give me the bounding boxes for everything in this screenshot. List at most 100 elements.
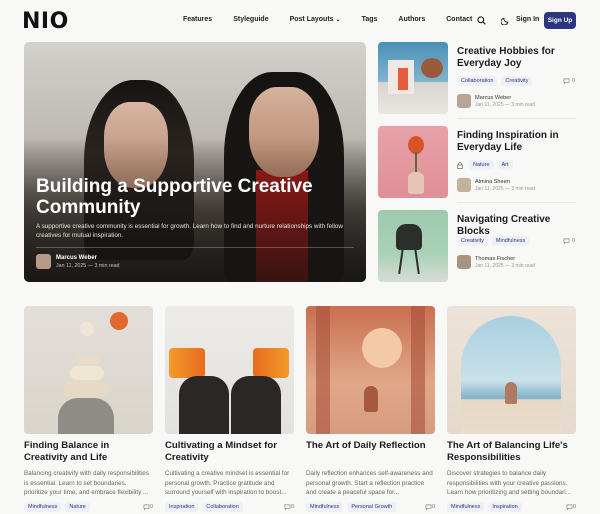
nav-authors[interactable]: Authors [398,16,425,23]
comment-count[interactable]: 0 [563,78,575,84]
hero-author: Marcus Weber Jan 11, 2025 — 3 min read [36,254,120,269]
post-meta: Jan 11, 2025 — 3 min read [475,185,535,192]
sun-shape [362,328,402,368]
tag[interactable]: Art [497,160,513,170]
author-name[interactable]: Marcus Weber [475,95,535,101]
divider [457,118,576,119]
tag[interactable]: Personal Growth [347,502,397,512]
headset-shape [169,348,205,378]
post-thumbnail[interactable] [378,126,448,198]
tag[interactable]: Mindfulness [24,502,62,512]
flower-shape [80,322,94,336]
avatar[interactable] [457,94,471,108]
tag[interactable]: Nature [469,160,494,170]
tag[interactable]: Inspiration [488,502,522,512]
tag-list: Nature Art [457,160,517,170]
side-post-author: Marcus Weber Jan 11, 2025 — 3 min read [457,94,535,108]
post-card-title[interactable]: Cultivating a Mindset for Creativity [165,440,293,465]
author-name[interactable]: Almina Sheen [475,179,535,185]
post-card: The Art of Balancing Life's Responsibili… [447,306,577,514]
post-card-title[interactable]: Finding Balance in Creativity and Life [24,440,152,465]
comment-icon [566,504,573,510]
avatar[interactable] [36,254,51,269]
figure-shape [231,376,281,434]
side-post: Finding Inspiration in Everyday Life Nat… [378,126,578,200]
stone-shape [64,380,108,398]
comment-icon [563,238,570,244]
site-header: NIO Features Styleguide Post Layouts ⌄ Ta… [0,0,600,42]
side-post-title[interactable]: Navigating Creative Blocks [457,214,577,238]
wall-shape [411,306,425,434]
post-card-image[interactable] [165,306,294,434]
comment-count[interactable]: 0 [563,238,575,244]
comment-icon [563,78,570,84]
tag[interactable]: Mindfulness [491,236,530,246]
site-logo[interactable]: NIO [22,9,69,34]
comment-count[interactable]: 0 [284,504,294,510]
tag[interactable]: Inspiration [165,502,199,512]
post-card-title[interactable]: The Art of Daily Reflection [306,440,434,452]
tag[interactable]: Collaboration [202,502,243,512]
stone-shape [76,356,100,366]
post-thumbnail[interactable] [378,210,448,282]
nav-tags[interactable]: Tags [362,16,378,23]
hero-post[interactable]: Building a Supportive Creative Community… [24,42,366,282]
post-card-excerpt: Balancing creativity with daily responsi… [24,470,149,497]
hero-title[interactable]: Building a Supportive Creative Community [36,176,336,218]
comment-count[interactable]: 0 [566,504,576,510]
moon-icon[interactable] [499,14,511,26]
tag[interactable]: Creativity [457,236,488,246]
tag[interactable]: Mindfulness [447,502,485,512]
side-post: Creative Hobbies for Everyday Joy Collab… [378,42,578,116]
post-meta: Jan 11, 2025 — 3 min read [475,101,535,108]
post-card: Cultivating a Mindset for Creativity Cul… [165,306,295,514]
side-post-title[interactable]: Creative Hobbies for Everyday Joy [457,46,577,70]
divider [457,202,576,203]
person-shape [505,382,517,404]
post-card-image[interactable] [306,306,435,434]
person-shape [364,386,378,412]
nav-post-layouts-label: Post Layouts [289,16,334,23]
comment-icon [425,504,432,510]
nav-post-layouts[interactable]: Post Layouts ⌄ [290,16,341,23]
chevron-down-icon: ⌄ [335,17,341,23]
comment-count[interactable]: 0 [143,504,153,510]
nav-contact[interactable]: Contact [446,16,472,23]
post-card-image[interactable] [447,306,576,434]
comment-count[interactable]: 0 [425,504,435,510]
hand-shape [408,172,424,194]
tag-list: Collaboration Creativity [457,76,536,86]
hero-image-overlay [24,42,366,282]
chair-leg [398,247,404,275]
sign-up-button[interactable]: Sign Up [544,12,576,29]
tag-list: Mindfulness Nature [24,502,94,512]
comment-icon [284,504,291,510]
post-card-image[interactable] [24,306,153,434]
avatar[interactable] [457,255,471,269]
author-name[interactable]: Thomas Fischer [475,256,535,262]
side-post-title[interactable]: Finding Inspiration in Everyday Life [457,130,577,154]
tag[interactable]: Creativity [501,76,533,86]
figure-shape [179,376,229,434]
stone-shape [58,398,114,434]
archway-shape [461,316,561,434]
hero-excerpt: A supportive creative community is essen… [36,223,343,240]
search-icon[interactable] [475,14,487,26]
nav-styleguide[interactable]: Styleguide [233,16,268,23]
door-shape [398,68,408,90]
chair-back [396,224,422,250]
sign-in-link[interactable]: Sign In [516,16,539,23]
tag[interactable]: Collaboration [457,76,498,86]
post-card-title[interactable]: The Art of Balancing Life's Responsibili… [447,440,575,465]
tag-list: Creativity Mindfulness [457,236,533,246]
tag-list: Inspiration Collaboration [165,502,247,512]
comment-icon [143,504,150,510]
nav-features[interactable]: Features [183,16,212,23]
post-thumbnail[interactable] [378,42,448,114]
tag[interactable]: Mindfulness [306,502,344,512]
headset-shape [253,348,289,378]
wall-shape [316,306,330,434]
tag[interactable]: Nature [65,502,90,512]
author-name[interactable]: Marcus Weber [56,255,120,261]
avatar[interactable] [457,178,471,192]
